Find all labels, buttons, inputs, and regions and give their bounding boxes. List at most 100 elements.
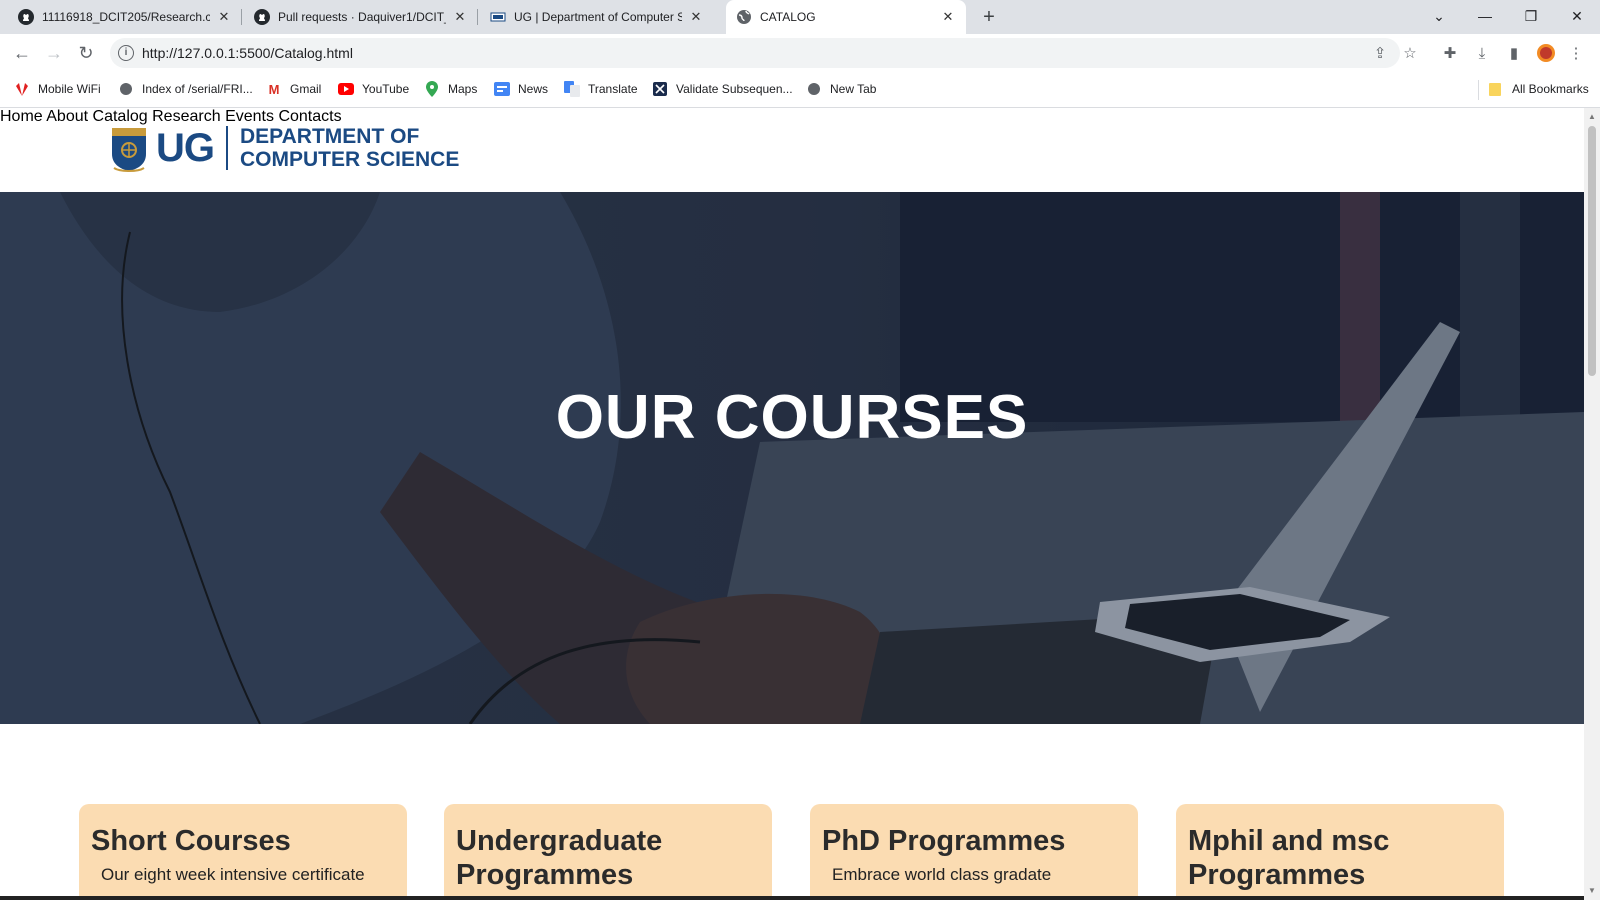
course-card-short[interactable]: Short Courses Our eight week intensive c… (79, 804, 407, 900)
news-icon (494, 81, 510, 97)
nav-about[interactable]: About (46, 108, 88, 125)
nav-home[interactable]: Home (0, 108, 43, 125)
site-header: UG DEPARTMENT OF COMPUTER SCIENCE Home A… (0, 108, 1584, 192)
bookmark-translate[interactable]: Translate (564, 81, 638, 97)
new-tab-button[interactable]: + (978, 6, 1000, 28)
close-window-icon[interactable]: ✕ (1554, 0, 1600, 32)
browser-tab-1[interactable]: 11116918_DCIT205/Research.css ✕ (8, 0, 242, 34)
back-icon[interactable]: ← (12, 43, 32, 63)
bookmarks-bar: Mobile WiFi Index of /serial/FRI... M Gm… (0, 72, 1600, 108)
side-panel-icon[interactable]: ▮ (1504, 43, 1524, 63)
bookmark-index-serial[interactable]: Index of /serial/FRI... (118, 81, 253, 97)
close-tab-icon[interactable]: ✕ (688, 9, 704, 25)
nav-research[interactable]: Research (152, 108, 220, 125)
validate-icon (652, 81, 668, 97)
scroll-down-icon[interactable]: ▼ (1588, 886, 1596, 895)
logo-divider (226, 126, 228, 170)
nav-contacts[interactable]: Contacts (278, 108, 341, 125)
site-logo[interactable]: UG DEPARTMENT OF COMPUTER SCIENCE (110, 124, 459, 172)
browser-menu-icon[interactable]: ⋮ (1566, 43, 1586, 63)
course-card-mphil[interactable]: Mphil and msc Programmes (1176, 804, 1504, 900)
bookmarks-divider (1478, 80, 1479, 100)
bookmark-label: New Tab (830, 82, 877, 96)
url-text[interactable]: http://127.0.0.1:5500/Catalog.html (142, 45, 353, 61)
bookmark-label: Validate Subsequen... (676, 82, 793, 96)
bookmark-label: Translate (588, 82, 638, 96)
browser-tab-2[interactable]: Pull requests · Daquiver1/DCIT_2 ✕ (244, 0, 478, 34)
hero-background-image (0, 192, 1584, 724)
bookmark-star-icon[interactable]: ☆ (1400, 43, 1420, 63)
browser-tab-strip: 11116918_DCIT205/Research.css ✕ Pull req… (0, 0, 1600, 34)
scroll-up-icon[interactable]: ▲ (1588, 112, 1596, 121)
card-text: Embrace world class gradate (832, 865, 1052, 884)
bookmark-gmail[interactable]: M Gmail (266, 81, 322, 97)
bookmark-label: Gmail (290, 82, 322, 96)
close-tab-icon[interactable]: ✕ (940, 9, 956, 25)
address-bar[interactable]: i http://127.0.0.1:5500/Catalog.html ⇪ (110, 38, 1400, 68)
course-card-undergraduate[interactable]: Undergraduate Programmes (444, 804, 772, 900)
maps-icon (424, 81, 440, 97)
profile-avatar-icon[interactable] (1536, 43, 1556, 63)
browser-tab-3[interactable]: UG | Department of Computer S ✕ (480, 0, 714, 34)
scrollbar-thumb[interactable] (1588, 126, 1596, 376)
github-icon (18, 9, 34, 25)
github-icon (254, 9, 270, 25)
browser-toolbar: ← → ↻ i http://127.0.0.1:5500/Catalog.ht… (0, 34, 1600, 72)
logo-line-2: COMPUTER SCIENCE (240, 148, 460, 171)
tab-title: CATALOG (760, 10, 816, 24)
logo-ug-text: UG (156, 125, 215, 170)
browser-tab-active[interactable]: CATALOG ✕ (726, 0, 966, 34)
course-card-phd[interactable]: PhD Programmes Embrace world class grada… (810, 804, 1138, 900)
page-viewport: UG DEPARTMENT OF COMPUTER SCIENCE Home A… (0, 108, 1584, 900)
extensions-icon[interactable]: ✚ (1440, 43, 1460, 63)
forward-icon[interactable]: → (44, 43, 64, 63)
card-title: PhD Programmes (822, 825, 1066, 857)
tab-search-icon[interactable]: ⌄ (1416, 0, 1462, 32)
close-tab-icon[interactable]: ✕ (216, 9, 232, 25)
hero-banner: OUR COURSES (0, 192, 1584, 724)
ug-crest-icon (110, 124, 148, 172)
globe-icon (806, 81, 822, 97)
globe-icon (118, 81, 134, 97)
tab-title: UG | Department of Computer S (514, 10, 682, 24)
youtube-icon (338, 81, 354, 97)
download-icon[interactable]: ⤓ (1472, 43, 1492, 63)
folder-icon (1488, 81, 1504, 97)
bookmark-news[interactable]: News (494, 81, 548, 97)
minimize-icon[interactable]: — (1462, 0, 1508, 32)
bookmark-label: Mobile WiFi (38, 82, 101, 96)
card-title: Mphil and msc Programmes (1188, 825, 1390, 891)
card-text: Our eight week intensive certificate (101, 865, 365, 884)
huawei-icon (14, 81, 30, 97)
all-bookmarks-label: All Bookmarks (1512, 82, 1589, 96)
close-tab-icon[interactable]: ✕ (452, 9, 468, 25)
nav-catalog[interactable]: Catalog (93, 108, 148, 125)
gmail-icon: M (268, 81, 280, 97)
bookmark-validate[interactable]: Validate Subsequen... (652, 81, 793, 97)
bookmark-new-tab[interactable]: New Tab (806, 81, 876, 97)
tab-title: 11116918_DCIT205/Research.css (42, 10, 210, 24)
bookmark-maps[interactable]: Maps (424, 81, 477, 97)
card-title: Undergraduate Programmes (456, 825, 663, 891)
translate-icon (564, 81, 580, 97)
nav-events[interactable]: Events (225, 108, 274, 125)
bookmark-youtube[interactable]: YouTube (338, 81, 409, 97)
hero-title: OUR COURSES (555, 383, 1029, 452)
restore-icon[interactable]: ❐ (1508, 0, 1554, 32)
page-scrollbar[interactable]: ▲ ▼ (1584, 108, 1600, 900)
site-info-icon[interactable]: i (118, 45, 134, 61)
bookmark-mobile-wifi[interactable]: Mobile WiFi (14, 81, 101, 97)
ug-favicon-icon (490, 9, 506, 25)
bookmark-label: News (518, 82, 549, 96)
logo-department-text: DEPARTMENT OF COMPUTER SCIENCE (240, 125, 459, 171)
logo-line-1: DEPARTMENT OF (240, 125, 420, 148)
bookmark-label: Maps (448, 82, 478, 96)
card-title: Short Courses (91, 825, 291, 857)
bookmark-label: YouTube (362, 82, 410, 96)
bookmark-label: Index of /serial/FRI... (142, 82, 253, 96)
tab-title: Pull requests · Daquiver1/DCIT_2 (278, 10, 446, 24)
reload-icon[interactable]: ↻ (76, 43, 96, 63)
all-bookmarks-button[interactable]: All Bookmarks (1488, 81, 1589, 97)
share-icon[interactable]: ⇪ (1370, 43, 1390, 63)
window-bottom-edge (0, 896, 1584, 900)
